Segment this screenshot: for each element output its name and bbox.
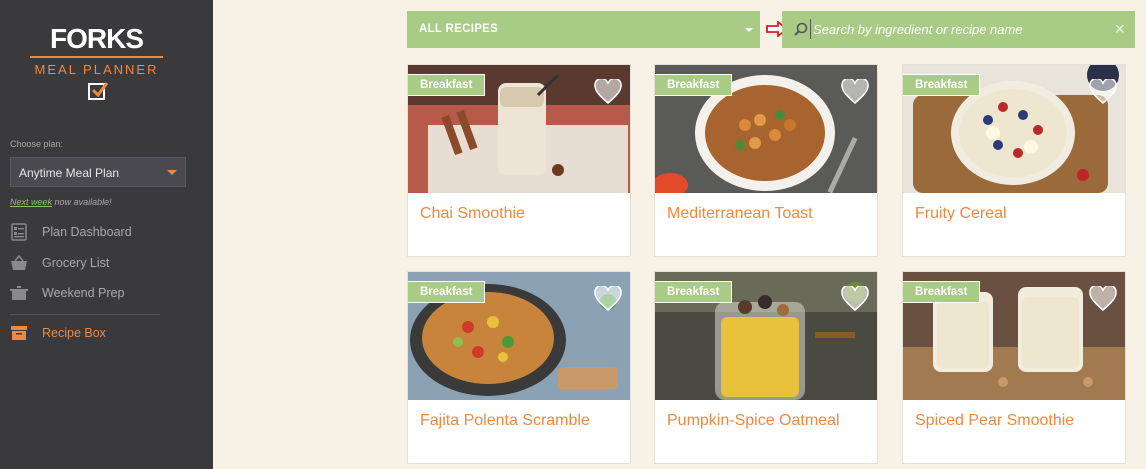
category-badge: Breakfast bbox=[655, 281, 733, 303]
recipe-image[interactable]: Breakfast bbox=[655, 65, 877, 193]
sidebar: FORKS MEAL PLANNER Choose plan: Anytime … bbox=[0, 0, 213, 469]
caret-down-icon bbox=[167, 170, 177, 175]
recipe-title[interactable]: Fajita Polenta Scramble bbox=[408, 400, 630, 463]
search-icon[interactable] bbox=[794, 22, 808, 41]
plan-select[interactable]: Anytime Meal Plan bbox=[10, 157, 186, 187]
recipe-image[interactable]: Breakfast bbox=[408, 272, 630, 400]
category-badge: Breakfast bbox=[408, 74, 486, 96]
nav-label: Plan Dashboard bbox=[42, 225, 132, 239]
category-badge: Breakfast bbox=[655, 74, 733, 96]
category-select-value: ALL RECIPES bbox=[419, 23, 499, 35]
logo-divider bbox=[30, 56, 163, 58]
recipe-title[interactable]: Pumpkin-Spice Oatmeal bbox=[655, 400, 877, 463]
next-week-notice: Next week now available! bbox=[10, 197, 112, 207]
nav-grocery-list[interactable]: Grocery List bbox=[10, 253, 190, 273]
recipe-image[interactable]: Breakfast bbox=[903, 65, 1125, 193]
category-select[interactable]: ALL RECIPES bbox=[407, 11, 760, 48]
heart-icon[interactable] bbox=[594, 284, 622, 317]
pot-icon bbox=[10, 284, 28, 302]
clear-search-button[interactable]: × bbox=[1114, 20, 1125, 38]
logo-forks: FORKS bbox=[50, 23, 144, 54]
plan-select-value: Anytime Meal Plan bbox=[19, 166, 120, 180]
next-week-link[interactable]: Next week bbox=[10, 197, 52, 207]
heart-icon[interactable] bbox=[841, 77, 869, 110]
nav-plan-dashboard[interactable]: Plan Dashboard bbox=[10, 222, 190, 242]
checkmark-icon bbox=[88, 82, 109, 100]
nav-label: Recipe Box bbox=[42, 326, 106, 340]
caret-down-icon bbox=[745, 28, 753, 32]
logo[interactable]: FORKS MEAL PLANNER bbox=[30, 24, 163, 105]
recipe-card[interactable]: Breakfast Pumpkin-Spice Oatmeal bbox=[654, 271, 878, 464]
recipe-card[interactable]: Breakfast Spiced Pear Smoothie bbox=[902, 271, 1126, 464]
nav-recipe-box[interactable]: Recipe Box bbox=[10, 323, 190, 343]
recipe-title[interactable]: Mediterranean Toast bbox=[655, 193, 877, 256]
recipe-card[interactable]: Breakfast Fruity Cereal bbox=[902, 64, 1126, 257]
recipe-image[interactable]: Breakfast bbox=[655, 272, 877, 400]
next-week-text: now available! bbox=[54, 197, 112, 207]
recipe-card[interactable]: Breakfast Fajita Polenta Scramble bbox=[407, 271, 631, 464]
heart-icon[interactable] bbox=[1089, 284, 1117, 317]
logo-meal-planner: MEAL PLANNER bbox=[34, 62, 159, 77]
recipe-title[interactable]: Chai Smoothie bbox=[408, 193, 630, 256]
recipe-title[interactable]: Spiced Pear Smoothie bbox=[903, 400, 1125, 463]
heart-icon[interactable] bbox=[1089, 77, 1117, 110]
basket-icon bbox=[10, 254, 28, 272]
dashboard-icon bbox=[10, 223, 28, 241]
heart-icon[interactable] bbox=[841, 284, 869, 317]
nav-label: Grocery List bbox=[42, 256, 110, 270]
search-box: × bbox=[782, 11, 1135, 48]
choose-plan-label: Choose plan: bbox=[10, 139, 64, 149]
search-input[interactable] bbox=[810, 19, 1100, 39]
category-badge: Breakfast bbox=[903, 74, 981, 96]
recipe-image[interactable]: Breakfast bbox=[903, 272, 1125, 400]
nav-divider bbox=[10, 314, 160, 315]
nav-weekend-prep[interactable]: Weekend Prep bbox=[10, 283, 190, 303]
recipe-card[interactable]: Breakfast Chai Smoothie bbox=[407, 64, 631, 257]
box-icon bbox=[10, 324, 28, 342]
recipe-card[interactable]: Breakfast Mediterranean Toast bbox=[654, 64, 878, 257]
recipe-title[interactable]: Fruity Cereal bbox=[903, 193, 1125, 256]
recipe-image[interactable]: Breakfast bbox=[408, 65, 630, 193]
category-badge: Breakfast bbox=[903, 281, 981, 303]
category-badge: Breakfast bbox=[408, 281, 486, 303]
nav-label: Weekend Prep bbox=[42, 286, 125, 300]
heart-icon[interactable] bbox=[594, 77, 622, 110]
